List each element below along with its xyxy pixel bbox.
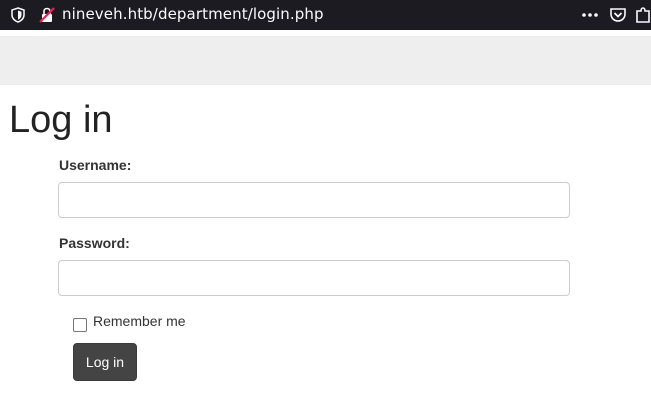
page-title: Log in [9, 99, 113, 141]
username-label: Username: [59, 157, 132, 173]
extension-icon[interactable] [635, 6, 651, 24]
insecure-lock-icon[interactable] [38, 6, 56, 24]
remember-me-label[interactable]: Remember me [93, 313, 186, 329]
url-text[interactable]: nineveh.htb/department/login.php [62, 5, 324, 23]
password-input[interactable] [58, 260, 570, 296]
navbar [0, 36, 651, 85]
shield-icon[interactable] [11, 7, 25, 23]
password-label: Password: [59, 235, 130, 251]
more-icon[interactable] [580, 8, 600, 22]
pocket-icon[interactable] [609, 6, 627, 24]
browser-url-bar: nineveh.htb/department/login.php [0, 0, 651, 30]
username-input[interactable] [58, 182, 570, 218]
remember-me-checkbox[interactable] [73, 318, 87, 332]
login-button[interactable]: Log in [73, 343, 137, 381]
